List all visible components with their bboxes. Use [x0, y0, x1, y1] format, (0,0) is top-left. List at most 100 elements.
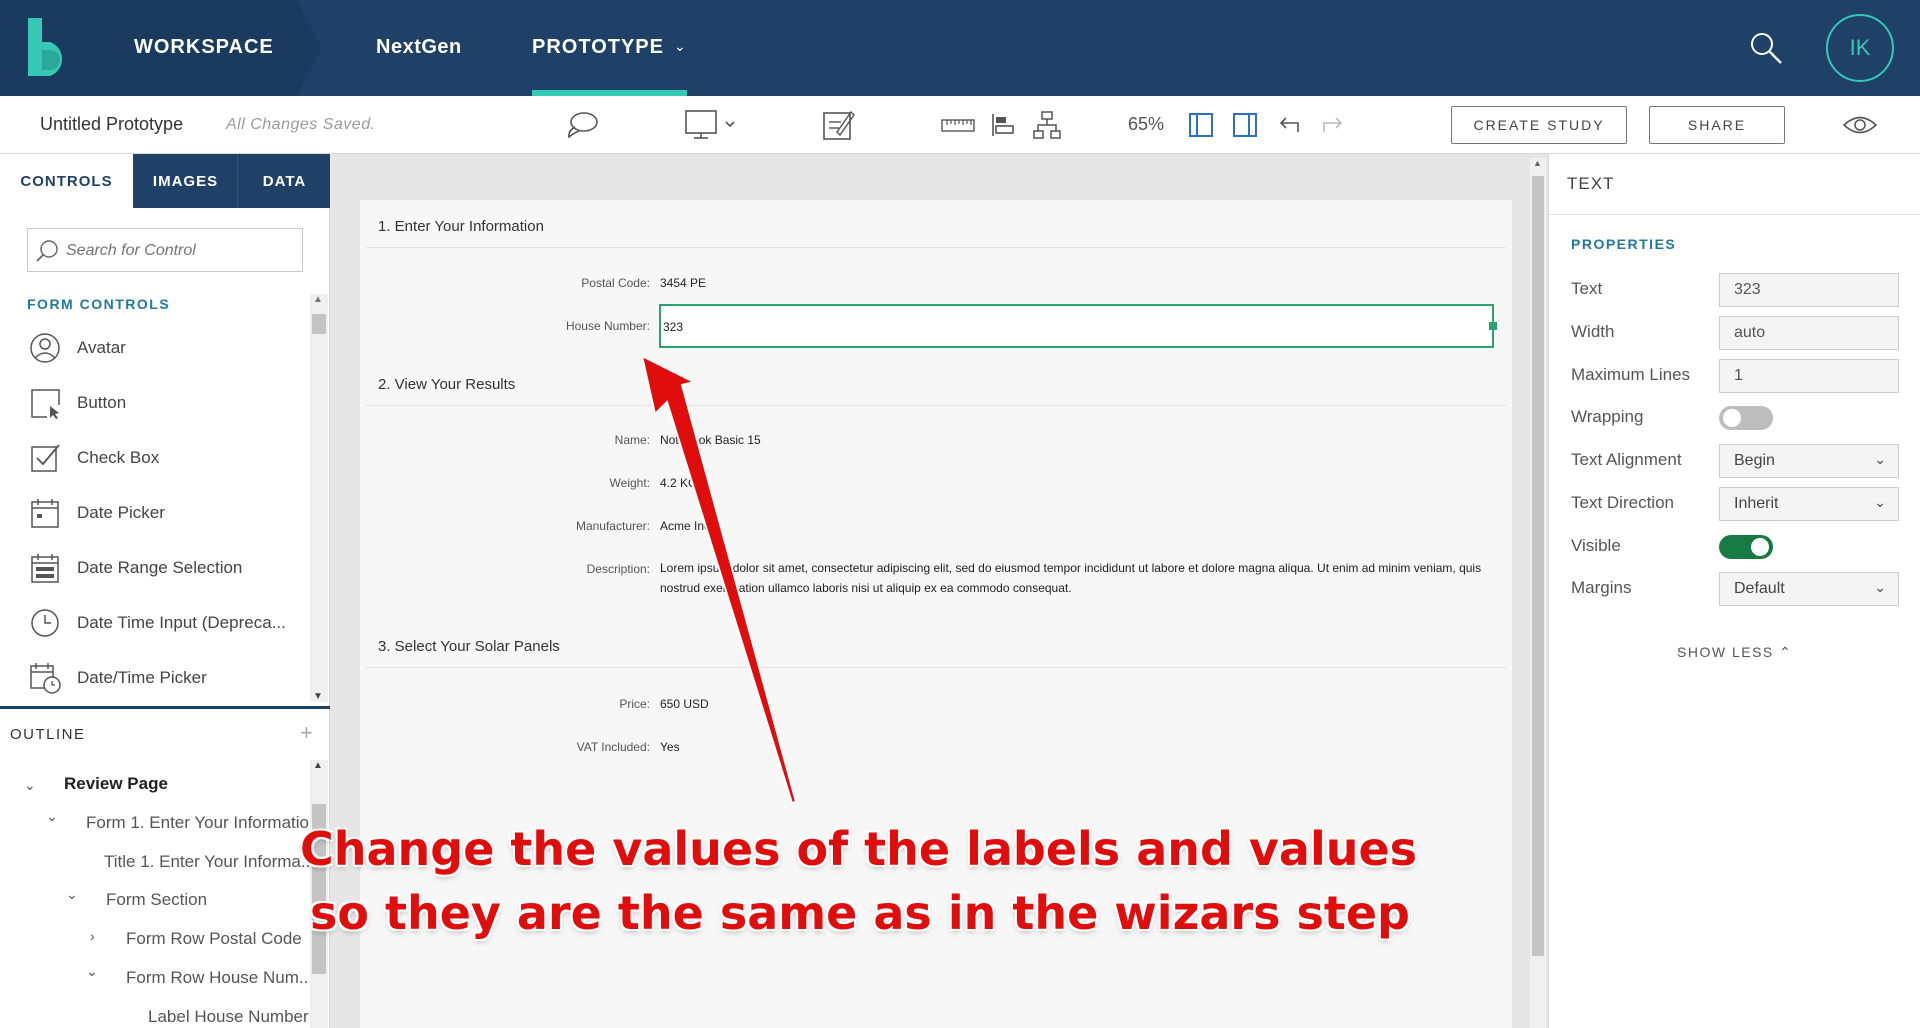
- control-item[interactable]: Button: [0, 375, 310, 430]
- control-item[interactable]: Date Range Selection: [0, 540, 310, 595]
- form-title[interactable]: 3. Select Your Solar Panels: [378, 638, 560, 655]
- field-value[interactable]: Acme Inc.: [660, 519, 713, 533]
- field-label[interactable]: Weight:: [360, 476, 650, 490]
- outline-item[interactable]: Label House Number: [148, 1007, 309, 1027]
- text-field[interactable]: 323: [1719, 273, 1899, 307]
- prop-label-text: Text: [1571, 279, 1603, 298]
- control-item[interactable]: Check Box: [0, 430, 310, 485]
- annotate-icon[interactable]: [818, 108, 858, 142]
- max-lines-field[interactable]: 1: [1719, 359, 1899, 393]
- tab-images[interactable]: IMAGES: [134, 154, 238, 208]
- tab-controls[interactable]: CONTROLS: [0, 154, 133, 208]
- field-label[interactable]: Manufacturer:: [360, 519, 650, 533]
- prototype-title[interactable]: Untitled Prototype: [40, 114, 183, 135]
- wrapping-toggle[interactable]: [1719, 406, 1773, 430]
- create-study-button[interactable]: CREATE STUDY: [1451, 106, 1627, 144]
- selected-text-field[interactable]: 323: [659, 304, 1494, 348]
- toggle-left-panel-icon[interactable]: [1186, 108, 1216, 142]
- redo-icon[interactable]: [1318, 108, 1348, 142]
- field-label[interactable]: Description:: [360, 562, 650, 576]
- scrollbar-thumb[interactable]: [312, 314, 326, 334]
- field-label[interactable]: VAT Included:: [360, 740, 650, 754]
- form-title[interactable]: 2. View Your Results: [378, 376, 515, 393]
- control-search-box[interactable]: [27, 228, 303, 272]
- control-list-scrollbar[interactable]: ▲ ▼: [310, 294, 328, 702]
- chevron-down-icon[interactable]: ⌄: [86, 963, 98, 980]
- control-item[interactable]: Date Picker: [0, 485, 310, 540]
- chevron-right-icon[interactable]: ›: [90, 928, 95, 944]
- field-value[interactable]: 323: [663, 320, 683, 334]
- app-logo-icon[interactable]: [28, 18, 68, 76]
- field-value[interactable]: 3454 PE: [660, 276, 706, 290]
- form-controls-heading: FORM CONTROLS: [27, 296, 171, 312]
- toggle-knob: [1723, 409, 1741, 427]
- chevron-down-icon[interactable]: ⌄: [46, 808, 58, 825]
- device-preview-icon[interactable]: [680, 108, 740, 142]
- control-label: Date Time Input (Depreca...: [77, 612, 286, 632]
- field-value[interactable]: 4.2 KG: [660, 476, 697, 490]
- outline-item[interactable]: Form Row Postal Code: [126, 929, 302, 949]
- share-button[interactable]: SHARE: [1649, 106, 1785, 144]
- chevron-down-icon: ⌄: [1874, 579, 1886, 595]
- avatar-icon: [28, 331, 62, 365]
- text-alignment-select[interactable]: Begin ⌄: [1719, 444, 1899, 478]
- control-item[interactable]: Date/Time Picker: [0, 650, 310, 694]
- resize-handle[interactable]: [1489, 322, 1497, 330]
- ruler-icon[interactable]: [940, 108, 976, 142]
- scrollbar-thumb[interactable]: [1532, 176, 1544, 956]
- outline-item[interactable]: Review Page: [64, 774, 168, 794]
- outline-item[interactable]: Form Section: [106, 890, 207, 910]
- field-label[interactable]: Name:: [360, 433, 650, 447]
- outline-item[interactable]: Form Row House Num...: [126, 968, 313, 988]
- nav-project[interactable]: NextGen: [376, 36, 462, 59]
- field-value[interactable]: 650 USD: [660, 697, 709, 711]
- chevron-down-icon[interactable]: ⌄: [66, 886, 78, 903]
- control-label: Date Picker: [77, 502, 165, 522]
- prop-label-wrapping: Wrapping: [1571, 407, 1644, 426]
- toggle-right-panel-icon[interactable]: [1230, 108, 1260, 142]
- tab-data[interactable]: DATA: [239, 154, 330, 208]
- control-item[interactable]: Avatar: [0, 320, 310, 375]
- panel-divider[interactable]: [0, 706, 330, 709]
- comments-icon[interactable]: [562, 108, 602, 142]
- text-direction-select[interactable]: Inherit ⌄: [1719, 487, 1899, 521]
- show-less-link[interactable]: SHOW LESS ⌃: [1677, 644, 1792, 661]
- canvas-scrollbar[interactable]: ▲: [1530, 158, 1546, 1028]
- field-value[interactable]: Notebook Basic 15: [660, 433, 761, 447]
- nav-workspace[interactable]: WORKSPACE: [134, 36, 274, 59]
- control-item[interactable]: Date Time Input (Depreca...: [0, 595, 310, 650]
- field-value[interactable]: Lorem ipsum dolor sit amet, consectetur …: [660, 558, 1500, 598]
- field-label[interactable]: House Number:: [360, 319, 650, 333]
- user-avatar[interactable]: IK: [1826, 14, 1894, 82]
- hierarchy-icon[interactable]: [1030, 108, 1064, 142]
- field-label[interactable]: Postal Code:: [360, 276, 650, 290]
- field-value[interactable]: Yes: [660, 740, 680, 754]
- preview-eye-icon[interactable]: [1840, 108, 1880, 142]
- nav-prototype[interactable]: PROTOTYPE: [532, 36, 664, 59]
- scroll-down-icon[interactable]: ▼: [313, 691, 323, 702]
- show-less-label: SHOW LESS: [1677, 644, 1774, 660]
- form-title[interactable]: 1. Enter Your Information: [378, 218, 544, 235]
- control-search-input[interactable]: [66, 239, 296, 263]
- visible-toggle[interactable]: [1719, 535, 1773, 559]
- clock-icon: [28, 606, 62, 640]
- outline-item[interactable]: Form 1. Enter Your Information: [86, 813, 318, 833]
- outline-item[interactable]: Title 1. Enter Your Informa...: [104, 852, 315, 872]
- margins-select[interactable]: Default ⌄: [1719, 572, 1899, 606]
- align-left-icon[interactable]: [988, 108, 1018, 142]
- field-label[interactable]: Price:: [360, 697, 650, 711]
- scroll-up-icon[interactable]: ▲: [1533, 158, 1542, 168]
- add-icon[interactable]: +: [300, 720, 313, 746]
- width-field[interactable]: auto: [1719, 316, 1899, 350]
- chevron-down-icon[interactable]: ⌄: [674, 38, 686, 55]
- outline-heading: OUTLINE: [10, 726, 86, 743]
- scroll-up-icon[interactable]: ▲: [313, 294, 323, 305]
- search-icon[interactable]: [1748, 30, 1784, 66]
- editor-toolbar: Untitled Prototype All Changes Saved. 65…: [0, 96, 1920, 154]
- undo-icon[interactable]: [1274, 108, 1304, 142]
- chevron-down-icon: ⌄: [1874, 494, 1886, 510]
- scroll-up-icon[interactable]: ▲: [313, 760, 323, 771]
- zoom-level[interactable]: 65%: [1128, 114, 1164, 135]
- chevron-down-icon[interactable]: ⌄: [24, 777, 36, 794]
- properties-panel: TEXT PROPERTIES Text 323 Width auto Maxi…: [1548, 154, 1920, 1028]
